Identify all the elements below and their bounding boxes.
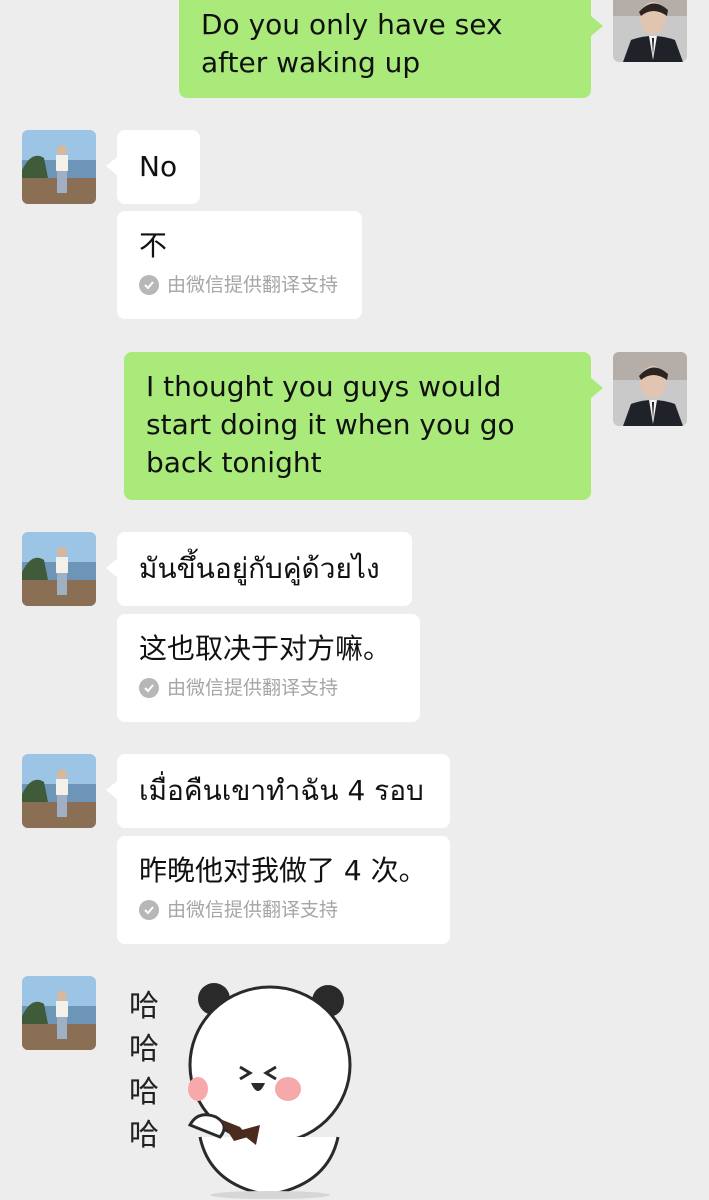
translation-note-text: 由微信提供翻译支持 xyxy=(167,274,339,296)
translation-note-text: 由微信提供翻译支持 xyxy=(167,677,339,699)
message-bubble[interactable]: มันขึ้นอยู่กับคู่ด้วยไง xyxy=(117,532,412,606)
message-text: Do you only have sex after waking up xyxy=(201,8,503,79)
avatar-contact[interactable] xyxy=(22,130,96,204)
bubble-tail xyxy=(591,378,603,398)
message-bubble[interactable]: I thought you guys would start doing it … xyxy=(124,352,591,500)
translation-note: 由微信提供翻译支持 xyxy=(139,676,398,700)
check-icon xyxy=(139,678,159,698)
translation-bubble[interactable]: 不 由微信提供翻译支持 xyxy=(117,211,362,319)
bubble-tail xyxy=(591,16,603,36)
avatar-contact[interactable] xyxy=(22,976,96,1050)
translation-text: 这也取决于对方嘛。 xyxy=(139,632,392,665)
translation-bubble[interactable]: 昨晚他对我做了 4 次。 由微信提供翻译支持 xyxy=(117,836,450,944)
avatar-contact[interactable] xyxy=(22,532,96,606)
translation-note: 由微信提供翻译支持 xyxy=(139,898,428,922)
message-bubble[interactable]: Do you only have sex after waking up xyxy=(179,0,591,98)
panda-icon xyxy=(187,983,352,1199)
translation-text: 昨晚他对我做了 4 次。 xyxy=(139,854,427,887)
message-text: No xyxy=(139,150,178,183)
check-icon xyxy=(139,900,159,920)
avatar-contact[interactable] xyxy=(22,754,96,828)
translation-text: 不 xyxy=(139,229,168,262)
translation-note: 由微信提供翻译支持 xyxy=(139,273,340,297)
check-icon xyxy=(139,275,159,295)
panda-laughing-sticker[interactable]: 哈 哈 哈 哈 xyxy=(118,975,368,1200)
message-text: มันขึ้นอยู่กับคู่ด้วยไง xyxy=(139,552,380,585)
message-bubble[interactable]: No xyxy=(117,130,200,204)
avatar-self[interactable] xyxy=(613,0,687,62)
translation-bubble[interactable]: 这也取决于对方嘛。 由微信提供翻译支持 xyxy=(117,614,420,722)
translation-note-text: 由微信提供翻译支持 xyxy=(167,899,339,921)
message-text: เมื่อคืนเขาทำฉัน 4 รอบ xyxy=(139,774,424,807)
message-text: I thought you guys would start doing it … xyxy=(146,370,515,479)
avatar-self[interactable] xyxy=(613,352,687,426)
message-bubble[interactable]: เมื่อคืนเขาทำฉัน 4 รอบ xyxy=(117,754,450,828)
